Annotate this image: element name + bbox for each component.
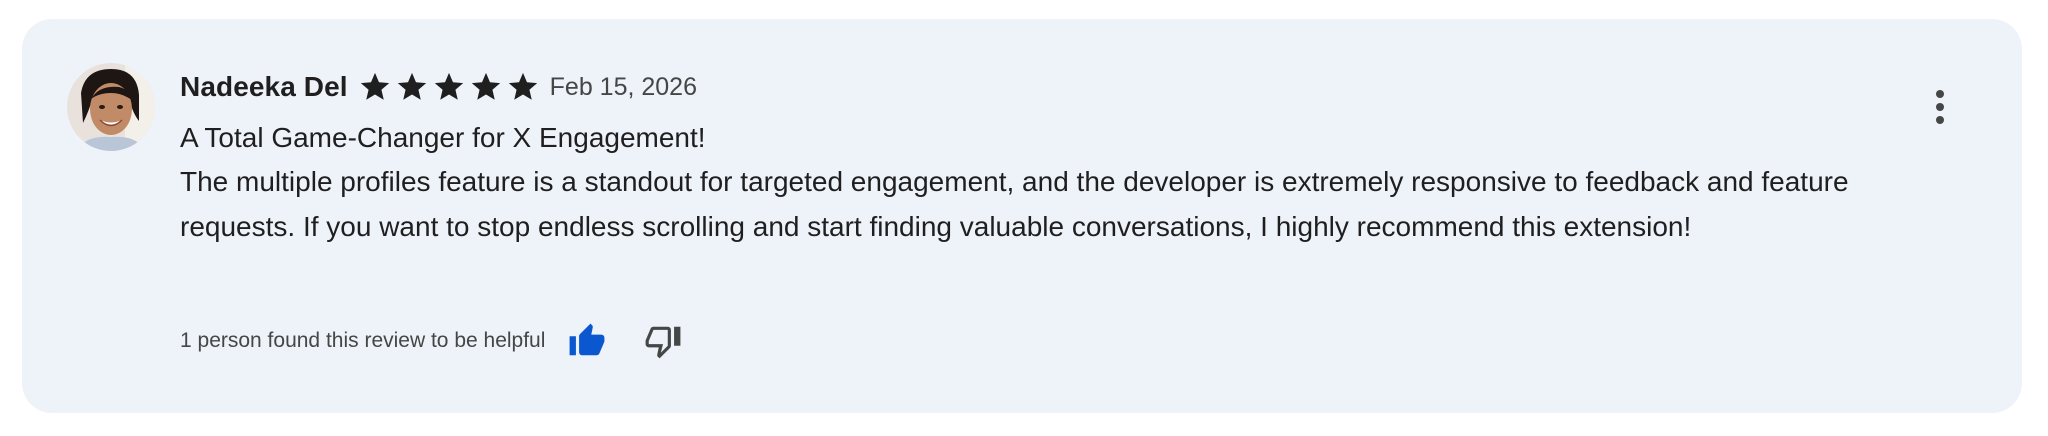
thumbs-down-button[interactable]	[641, 319, 685, 363]
thumbs-up-button[interactable]	[565, 319, 609, 363]
more-options-button[interactable]	[1920, 79, 1960, 135]
helpful-count-text: 1 person found this review to be helpful	[180, 329, 546, 352]
star-icon	[358, 70, 392, 104]
star-icon	[469, 70, 503, 104]
thumbs-down-icon	[645, 326, 681, 359]
star-icon	[395, 70, 429, 104]
thumbs-up-icon	[569, 323, 605, 356]
helpful-row: 1 person found this review to be helpful	[180, 319, 685, 363]
review-body: The multiple profiles feature is a stand…	[180, 166, 1849, 242]
reviewer-avatar	[67, 63, 155, 151]
star-icon	[432, 70, 466, 104]
avatar-photo	[67, 63, 155, 151]
review-header: Nadeeka Del Feb 15, 2026	[180, 67, 697, 107]
reviewer-name: Nadeeka Del	[180, 71, 348, 102]
review-title: A Total Game-Changer for X Engagement!	[180, 122, 706, 153]
review-date: Feb 15, 2026	[549, 72, 697, 101]
review-card: Nadeeka Del Feb 15, 2026 A Total Game-Ch…	[22, 19, 2022, 413]
star-rating	[358, 70, 540, 104]
more-vertical-icon	[1936, 90, 1944, 124]
star-icon	[506, 70, 540, 104]
